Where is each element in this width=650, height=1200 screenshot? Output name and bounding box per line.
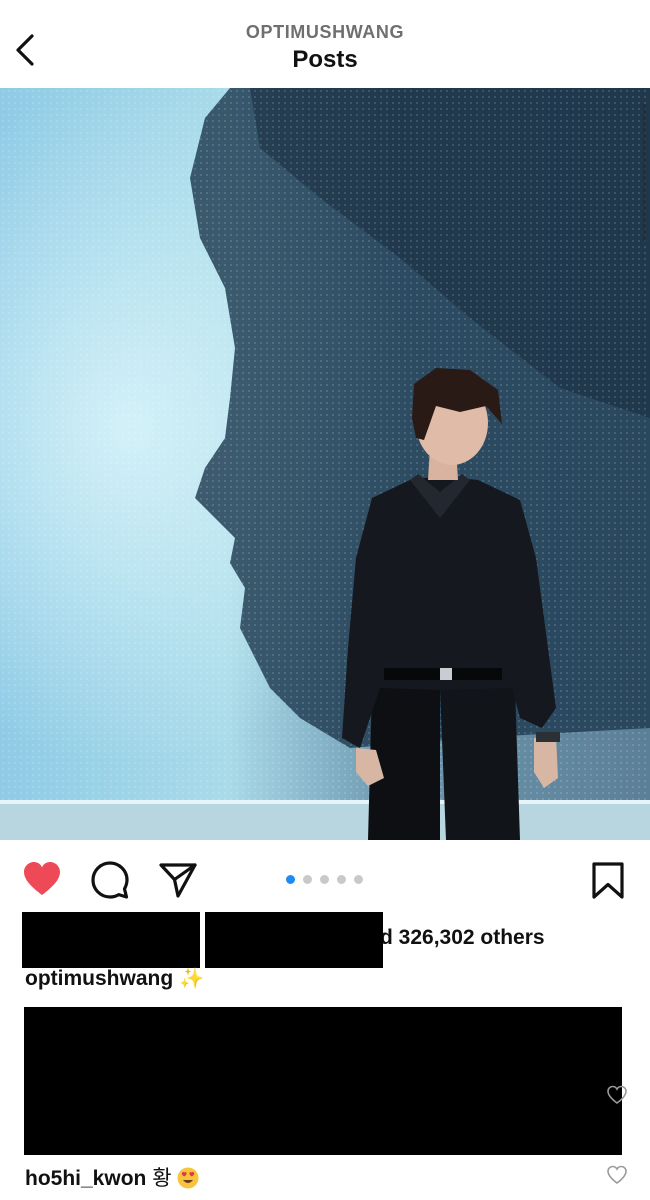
heart-filled-icon — [24, 862, 60, 895]
comment-text: 황 — [152, 1167, 172, 1190]
carousel-dot-3 — [320, 875, 329, 884]
redacted-block — [24, 1007, 156, 1155]
paper-plane-icon — [159, 863, 197, 898]
comment-like-button[interactable] — [606, 1084, 628, 1106]
heart-eyes-emoji-icon — [177, 1167, 199, 1189]
share-button[interactable] — [158, 860, 198, 900]
page-title: Posts — [292, 46, 358, 73]
post-header: OPTIMUSHWANG Posts — [0, 0, 650, 88]
carousel-dot-5 — [354, 875, 363, 884]
save-button[interactable] — [588, 860, 628, 900]
likes-row[interactable]: d 326,302 others — [0, 912, 650, 968]
redacted-block — [156, 1007, 622, 1155]
heart-outline-icon — [607, 1085, 627, 1105]
post-photo-illustration — [0, 88, 650, 840]
bookmark-icon — [592, 862, 624, 899]
redacted-block — [22, 912, 200, 968]
header-username[interactable]: OPTIMUSHWANG — [0, 22, 650, 43]
likes-count[interactable]: d 326,302 others — [380, 926, 545, 950]
comment-username[interactable]: ho5hi_kwon — [25, 1167, 146, 1190]
scroll-indicator[interactable] — [643, 104, 646, 242]
speech-bubble-icon — [91, 861, 129, 899]
comment-item: ho5hi_kwon 황 — [25, 1162, 199, 1192]
carousel-dot-1 — [286, 875, 295, 884]
carousel-dot-4 — [337, 875, 346, 884]
post-caption: optimushwang ✨ — [25, 966, 204, 991]
heart-outline-icon — [607, 1165, 627, 1185]
caption-username[interactable]: optimushwang — [25, 967, 173, 990]
like-button[interactable] — [22, 860, 62, 900]
comment-button[interactable] — [90, 860, 130, 900]
redacted-block — [205, 912, 383, 968]
caption-text: ✨ — [179, 968, 204, 990]
comment-like-button[interactable] — [606, 1164, 628, 1186]
carousel-dot-2 — [303, 875, 312, 884]
post-image[interactable] — [0, 88, 650, 840]
